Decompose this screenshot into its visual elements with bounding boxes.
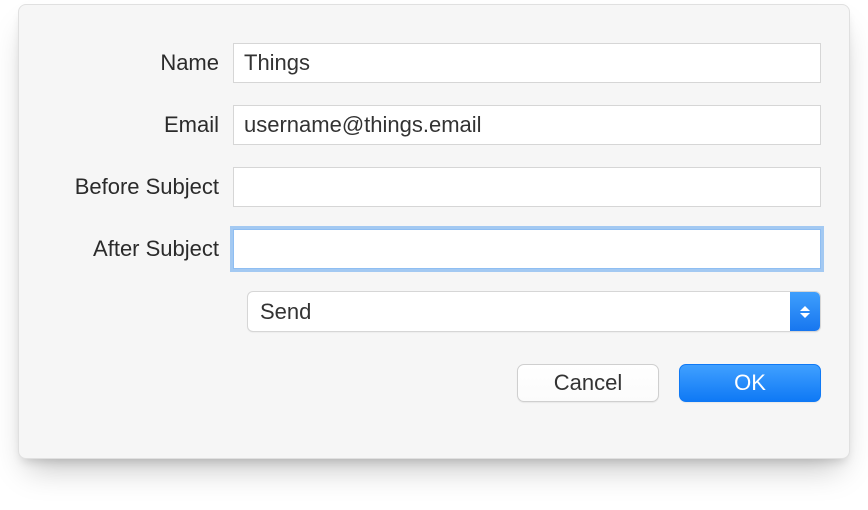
dialog-button-row: Cancel OK	[47, 364, 821, 402]
email-row: Email	[47, 105, 821, 145]
action-select-value: Send	[260, 299, 311, 325]
action-select-box: Send	[247, 291, 821, 332]
name-input[interactable]	[233, 43, 821, 83]
before-subject-row: Before Subject	[47, 167, 821, 207]
email-field-wrap	[233, 105, 821, 145]
before-subject-input[interactable]	[233, 167, 821, 207]
before-subject-field-wrap	[233, 167, 821, 207]
cancel-button[interactable]: Cancel	[517, 364, 659, 402]
name-label: Name	[47, 50, 233, 76]
after-subject-field-wrap	[233, 229, 821, 269]
after-subject-label: After Subject	[47, 236, 233, 262]
settings-dialog: Name Email Before Subject After Subject …	[18, 4, 850, 459]
action-select[interactable]: Send	[247, 291, 821, 332]
name-row: Name	[47, 43, 821, 83]
select-stepper-icon	[790, 292, 820, 331]
action-select-row: Send	[247, 291, 821, 332]
after-subject-input[interactable]	[233, 229, 821, 269]
after-subject-row: After Subject	[47, 229, 821, 269]
before-subject-label: Before Subject	[47, 174, 233, 200]
chevron-down-icon	[800, 313, 810, 318]
ok-button[interactable]: OK	[679, 364, 821, 402]
chevron-up-icon	[800, 306, 810, 311]
email-label: Email	[47, 112, 233, 138]
email-input[interactable]	[233, 105, 821, 145]
name-field-wrap	[233, 43, 821, 83]
